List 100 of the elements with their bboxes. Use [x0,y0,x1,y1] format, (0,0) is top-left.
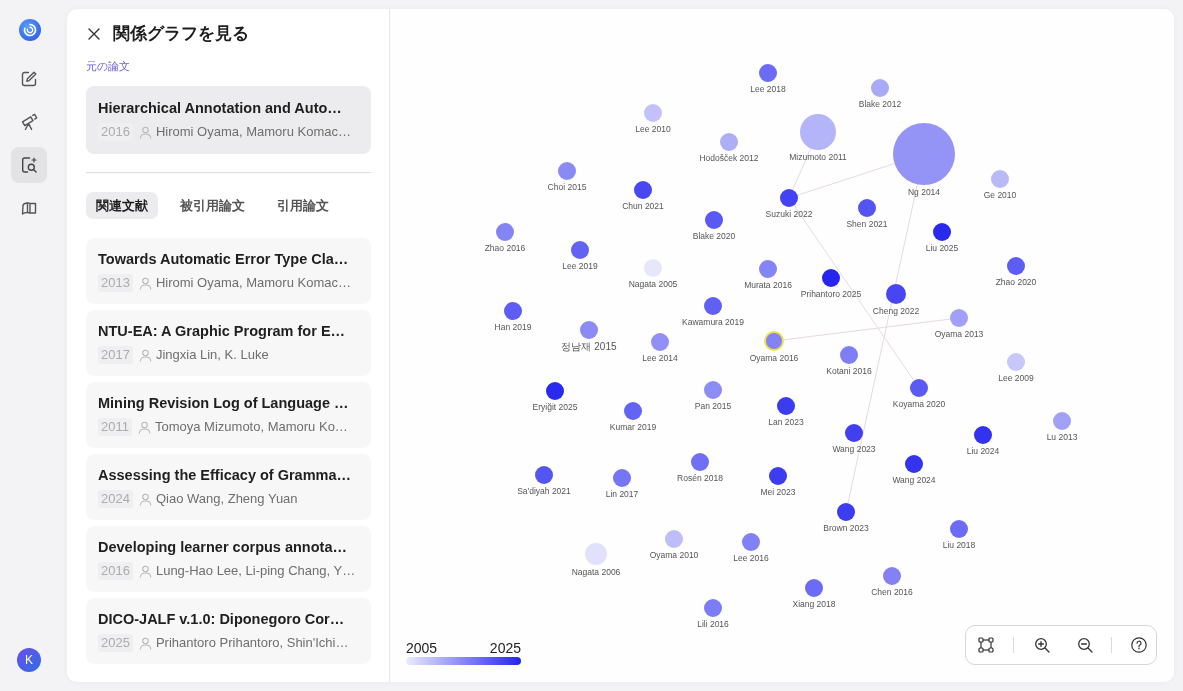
node-dot-icon[interactable] [759,260,777,278]
document-search-icon [20,156,38,174]
node-dot-icon[interactable] [742,533,760,551]
node-dot-icon[interactable] [705,211,723,229]
node-dot-icon[interactable] [691,453,709,471]
paper-year: 2016 [98,562,133,580]
zoom-in-icon[interactable] [1034,637,1050,653]
paper-card[interactable]: Towards Automatic Error Type Cla… 2013 Hiromi Oyama, Mamoru Komac… [86,238,371,304]
node-dot-icon[interactable] [704,599,722,617]
node-dot-icon[interactable] [991,170,1009,188]
node-dot-icon[interactable] [858,199,876,217]
paper-card[interactable]: Assessing the Efficacy of Gramma… 2024 Qiao Wang, Zheng Yuan [86,454,371,520]
panel-title: 関係グラフを見る [113,23,249,45]
node-dot-icon[interactable] [644,104,662,122]
node-dot-icon[interactable] [769,467,787,485]
node-label: Liu 2025 [925,243,959,254]
node-dot-icon[interactable] [704,297,722,315]
node-dot-icon[interactable] [634,181,652,199]
node-label: Brown 2023 [823,523,869,534]
node-dot-icon[interactable] [837,503,855,521]
node-dot-icon[interactable] [651,333,669,351]
node-dot-icon[interactable] [845,424,863,442]
paper-card[interactable]: NTU-EA: A Graphic Program for E… 2017 Jingxia Lin, K. Luke [86,310,371,376]
person-icon [137,420,151,434]
node-dot-icon[interactable] [777,397,795,415]
node-dot-icon[interactable] [504,302,522,320]
paper-title: Mining Revision Log of Language … [98,394,349,413]
node-dot-icon[interactable] [905,455,923,473]
paper-authors: Jingxia Lin, K. Luke [155,346,269,364]
node-label: Lili 2016 [697,619,729,630]
original-paper-card[interactable]: Hierarchical Annotation and Auto… 2016 Hiromi Oyama, Mamoru Komac… [86,86,371,154]
node-dot-icon[interactable] [764,331,784,351]
node-dot-icon[interactable] [624,402,642,420]
node-dot-icon[interactable] [665,530,683,548]
node-dot-icon[interactable] [613,469,631,487]
paper-card[interactable]: DICO-JALF v.1.0: Diponegoro Cor… 2025 Prihantoro Prihantoro, Shin'Ichi… [86,598,371,664]
node-dot-icon[interactable] [585,543,607,565]
node-dot-icon[interactable] [546,382,564,400]
tab[interactable]: 被引用論文 [170,192,255,219]
node-dot-icon[interactable] [822,269,840,287]
paper-authors: Hiromi Oyama, Mamoru Komac… [155,274,351,292]
paper-authors: Lung-Hao Lee, Li-ping Chang, Y… [155,562,356,580]
node-dot-icon[interactable] [580,321,598,339]
node-label: Pan 2015 [694,401,732,412]
paper-card[interactable]: Mining Revision Log of Language … 2011 Tomoya Mizumoto, Mamoru Ko… [86,382,371,448]
node-dot-icon[interactable] [704,381,722,399]
node-dot-icon[interactable] [805,579,823,597]
node-label: 정남재 2015 [561,341,617,353]
node-dot-icon[interactable] [840,346,858,364]
node-dot-icon[interactable] [974,426,992,444]
paper-title: Towards Automatic Error Type Cla… [98,250,349,269]
app-logo-icon[interactable] [19,19,41,41]
paper-card[interactable]: Developing learner corpus annota… 2016 Lung-Hao Lee, Li-ping Chang, Y… [86,526,371,592]
node-label: Oyama 2010 [649,550,699,561]
node-dot-icon[interactable] [950,309,968,327]
node-label: Lu 2013 [1046,432,1078,443]
node-label: Chun 2021 [622,201,664,212]
close-icon[interactable] [88,28,100,40]
tab[interactable]: 引用論文 [267,192,339,219]
node-label: Nagata 2006 [571,567,621,578]
nav-button[interactable] [11,147,47,183]
node-label: Lin 2017 [605,489,639,500]
paper-year: 2013 [98,274,133,292]
zoom-out-icon[interactable] [1077,637,1093,653]
book-icon [20,199,38,217]
node-dot-icon[interactable] [535,466,553,484]
node-dot-icon[interactable] [1007,353,1025,371]
paper-title: Developing learner corpus annota… [98,538,347,557]
node-dot-icon[interactable] [800,114,836,150]
node-dot-icon[interactable] [886,284,906,304]
node-dot-icon[interactable] [883,567,901,585]
node-dot-icon[interactable] [558,162,576,180]
help-icon[interactable] [1131,637,1147,653]
node-dot-icon[interactable] [571,241,589,259]
node-dot-icon[interactable] [720,133,738,151]
scale-max-label: 2025 [489,640,521,656]
paper-year: 2017 [98,346,133,364]
paper-title: NTU-EA: A Graphic Program for E… [98,322,346,341]
node-label: Liu 2024 [966,446,1000,457]
node-dot-icon[interactable] [1053,412,1071,430]
fit-view-icon[interactable] [978,637,994,653]
node-dot-icon[interactable] [759,64,777,82]
node-dot-icon[interactable] [933,223,951,241]
node-label: Chen 2016 [871,587,913,598]
paper-title: Assessing the Efficacy of Gramma… [98,466,352,485]
node-dot-icon[interactable] [871,79,889,97]
node-dot-icon[interactable] [950,520,968,538]
paper-year: 2025 [98,634,133,652]
tab[interactable]: 関連文献 [86,192,158,219]
paper-title: DICO-JALF v.1.0: Diponegoro Cor… [98,610,345,629]
node-label: Nagata 2005 [628,279,678,290]
user-avatar[interactable]: K [17,648,41,672]
node-dot-icon[interactable] [780,189,798,207]
node-label: Lee 2010 [635,124,671,135]
node-label: Zhao 2020 [995,277,1037,288]
node-dot-icon[interactable] [1007,257,1025,275]
paper-year: 2011 [98,418,132,436]
node-dot-icon[interactable] [910,379,928,397]
node-dot-icon[interactable] [496,223,514,241]
node-label: Rosén 2018 [677,473,723,484]
